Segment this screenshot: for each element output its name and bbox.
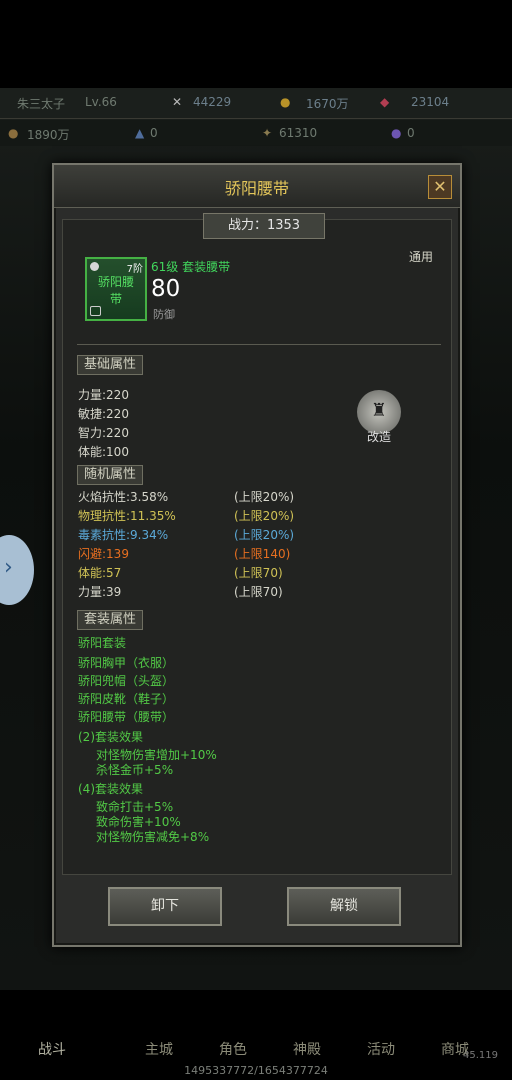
set-effect-4-title: (4)套装效果: [78, 782, 143, 796]
resource-coin: 1890万: [27, 128, 70, 142]
star-icon: ✦: [262, 126, 273, 140]
random-attribute-cap: (上限70): [234, 585, 283, 599]
nav-temple[interactable]: 神殿: [293, 1039, 321, 1059]
player-name: 朱三太子: [17, 97, 66, 111]
attack-icon: ✕: [172, 95, 183, 109]
gold-icon: ●: [280, 95, 291, 109]
reform-button[interactable]: ♜ 改造: [356, 390, 402, 445]
panel-title-bar: 骄阳腰带 ✕: [54, 165, 460, 208]
set-effect-2-title: (2)套装效果: [78, 730, 143, 744]
bottom-right-text: 45.119: [463, 1050, 498, 1061]
base-attr-intelligence: 智力:220: [78, 426, 129, 440]
set-name: 骄阳套装: [78, 636, 127, 650]
item-grade: 7阶: [126, 264, 143, 275]
unequip-button[interactable]: 卸下: [108, 887, 222, 926]
set-piece: 骄阳兜帽（头盔）: [78, 674, 175, 688]
nav-events[interactable]: 活动: [367, 1039, 395, 1059]
nav-character[interactable]: 角色: [219, 1039, 247, 1059]
random-attribute-cap: (上限20%): [234, 490, 295, 504]
item-icon-box: 7阶 骄阳腰带: [85, 257, 147, 321]
resource-bar: ● 1890万 ▲ 0 ✦ 61310 ● 0: [0, 120, 512, 146]
random-attributes-heading: 随机属性: [77, 465, 144, 485]
nav-city[interactable]: 主城: [145, 1039, 173, 1059]
close-icon: ✕: [433, 177, 447, 196]
experience-text: 1495337772/1654377724: [184, 1064, 328, 1077]
coin-icon: ●: [8, 126, 19, 140]
set-attributes-heading: 套装属性: [77, 610, 144, 630]
base-attr-stamina: 体能:100: [78, 445, 129, 459]
orb-icon: ●: [391, 126, 402, 140]
reform-label: 改造: [366, 430, 391, 444]
set-piece: 骄阳皮靴（鞋子）: [78, 692, 175, 706]
set-effect-4-line: 对怪物伤害减免+8%: [96, 830, 210, 844]
unlock-button[interactable]: 解锁: [287, 887, 401, 926]
item-level-type: 61级 套装腰带: [151, 260, 231, 274]
divider: [77, 344, 441, 345]
random-attribute: 闪避:139: [78, 547, 129, 561]
resource-star: 61310: [279, 126, 318, 140]
usage-label: 通用: [408, 250, 433, 264]
random-attribute-cap: (上限20%): [234, 509, 295, 523]
gem-value: 23104: [411, 95, 450, 109]
random-attribute: 火焰抗性:3.58%: [78, 490, 169, 504]
base-attributes-heading: 基础属性: [77, 355, 144, 375]
base-attr-strength: 力量:220: [78, 388, 129, 402]
close-button[interactable]: ✕: [428, 175, 452, 199]
lock-icon: [90, 306, 101, 316]
defense-value: 80: [151, 276, 181, 302]
panel-title: 骄阳腰带: [224, 179, 289, 198]
random-attribute: 毒素抗性:9.34%: [78, 528, 169, 542]
defense-label: 防御: [153, 308, 175, 321]
item-icon-name: 骄阳腰带: [97, 275, 134, 306]
item-details: 战力：1353 通用 7阶 骄阳腰带 61级 套装腰带 80 防御 基础属性 力…: [62, 213, 452, 875]
base-attr-agility: 敏捷:220: [78, 407, 129, 421]
top-status-bar: 朱三太子 Lv.66 ✕ 44229 ● 1670万 ◆ 23104: [0, 88, 512, 119]
random-attribute-cap: (上限20%): [234, 528, 295, 542]
chevron-right-icon: ›: [4, 555, 13, 580]
gem-icon: ◆: [380, 95, 390, 109]
random-attribute: 体能:57: [78, 566, 122, 580]
attack-value: 44229: [193, 95, 232, 109]
power-rating: 战力：1353: [203, 213, 325, 239]
random-attribute-cap: (上限70): [234, 566, 283, 580]
crystal-icon: ▲: [135, 126, 145, 140]
random-attribute-cap: (上限140): [234, 547, 291, 561]
item-detail-panel: 骄阳腰带 ✕ 战力：1353 通用 7阶 骄阳腰带 61级 套装腰带 80 防御…: [52, 163, 462, 947]
player-level: Lv.66: [85, 95, 117, 109]
nav-battle[interactable]: 战斗: [38, 1039, 66, 1059]
resource-crystal: 0: [150, 126, 158, 140]
gem-slot-icon: [90, 262, 99, 271]
random-attribute: 物理抗性:11.35%: [78, 509, 176, 523]
set-effect-2-line: 杀怪金币+5%: [96, 763, 174, 777]
resource-orb: 0: [407, 126, 415, 140]
set-piece: 骄阳腰带（腰带）: [78, 710, 175, 724]
gold-value: 1670万: [306, 97, 349, 111]
random-attribute: 力量:39: [78, 585, 122, 599]
set-piece: 骄阳胸甲（衣服）: [78, 656, 175, 670]
